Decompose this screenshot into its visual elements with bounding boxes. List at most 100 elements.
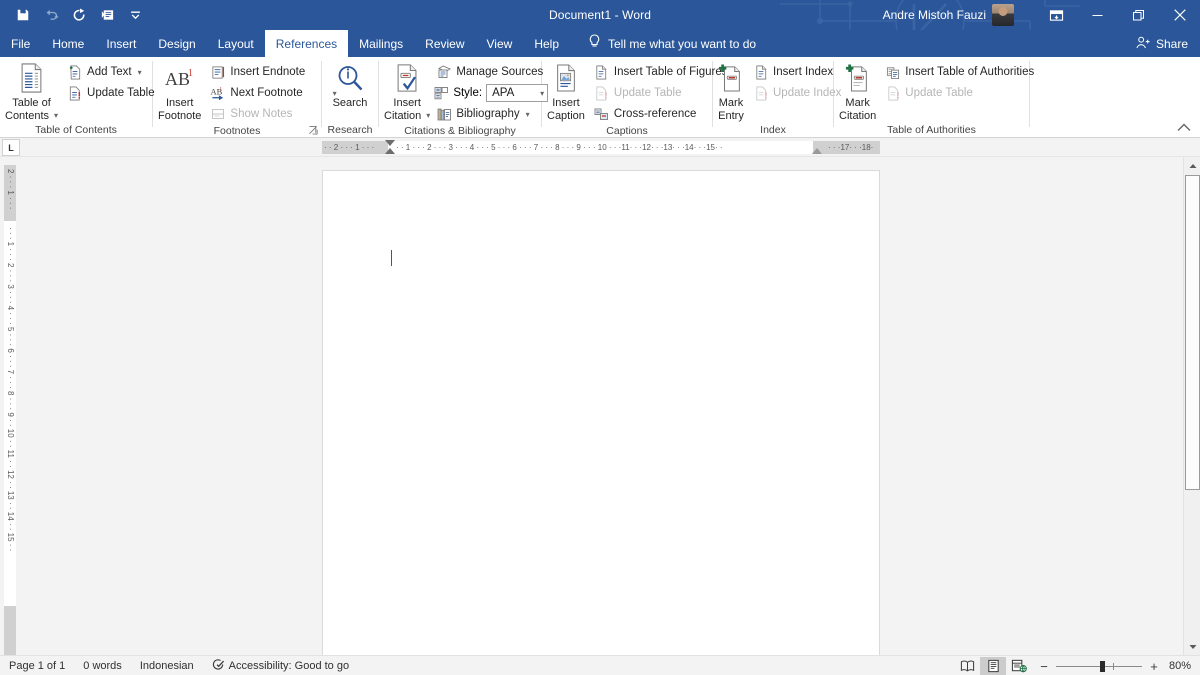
scroll-down-button[interactable] [1184, 638, 1200, 655]
chevron-down-icon[interactable]: ▾ [426, 110, 430, 123]
tab-help[interactable]: Help [523, 30, 570, 57]
zoom-in-button[interactable]: + [1148, 659, 1160, 674]
insert-table-of-figures-button[interactable]: Insert Table of Figures [591, 62, 731, 82]
add-text-button[interactable]: Add Text ▾ [64, 62, 158, 82]
read-mode-view-button[interactable] [954, 657, 980, 675]
share-button[interactable]: Share [1136, 30, 1188, 57]
chevron-down-icon[interactable]: ▾ [526, 110, 530, 119]
update-table-captions-button[interactable]: Update Table [591, 83, 731, 103]
mark-entry-icon [718, 62, 744, 94]
share-person-icon [1136, 36, 1151, 52]
title-bar: Document1 - Word Andre Mistoh Fauzi [0, 0, 1200, 30]
svg-text:AB: AB [165, 69, 190, 89]
avatar[interactable] [992, 4, 1014, 26]
group-label-table-of-contents: Table of Contents [35, 124, 117, 136]
tab-view[interactable]: View [476, 30, 524, 57]
insert-index-button[interactable]: Insert Index [750, 62, 844, 82]
update-table-authorities-label: Update Table [905, 87, 973, 99]
tab-design[interactable]: Design [147, 30, 206, 57]
citation-style-dropdown[interactable]: APA ▾ [486, 84, 549, 102]
chevron-down-icon[interactable]: ▾ [138, 68, 142, 77]
minimize-button[interactable] [1077, 0, 1118, 30]
zoom-out-button[interactable]: − [1038, 659, 1050, 674]
insert-table-of-authorities-button[interactable]: Insert Table of Authorities [882, 62, 1037, 82]
update-index-button[interactable]: Update Index [750, 83, 844, 103]
group-label-captions: Captions [606, 125, 648, 137]
vertical-ruler[interactable]: 2 · · · 1 · · · · · · 1 · · · 2 · · · 3 … [0, 157, 19, 657]
group-label-research: Research [327, 124, 373, 136]
hanging-indent-marker[interactable] [385, 148, 395, 154]
mark-entry-label-line1: Mark [718, 97, 744, 109]
search-button[interactable]: Search [327, 60, 373, 110]
restore-button[interactable] [1118, 0, 1159, 30]
table-of-contents-icon [18, 62, 45, 94]
tab-home[interactable]: Home [41, 30, 95, 57]
bibliography-label: Bibliography [456, 108, 520, 120]
scroll-up-button[interactable] [1184, 157, 1200, 174]
citation-style-row: Style: APA ▾ [433, 83, 549, 103]
accessibility-status[interactable]: Accessibility: Good to go [203, 658, 358, 674]
zoom-control[interactable]: − + [1032, 659, 1168, 674]
insert-caption-button[interactable]: Insert Caption [547, 60, 585, 122]
tab-layout[interactable]: Layout [207, 30, 265, 57]
insert-citation-button[interactable]: Insert Citation ▾ [384, 60, 430, 122]
zoom-level[interactable]: 80% [1168, 660, 1200, 672]
show-notes-button[interactable]: Show Notes [207, 104, 339, 124]
insert-caption-icon [553, 62, 579, 94]
cross-reference-button[interactable]: Cross-reference [591, 104, 731, 124]
insert-table-of-figures-label: Insert Table of Figures [613, 66, 728, 78]
bibliography-button[interactable]: Bibliography ▾ [433, 104, 548, 124]
insert-index-icon [753, 64, 769, 80]
zoom-slider-thumb[interactable] [1100, 660, 1105, 672]
scrollbar-thumb[interactable] [1185, 175, 1200, 490]
tab-mailings[interactable]: Mailings [348, 30, 414, 57]
group-label-footnotes: Footnotes [213, 125, 261, 137]
next-footnote-button[interactable]: AB 1 Next Footnote ▾ [207, 83, 339, 103]
ribbon: Table of Contents ▾ Add Text ▾ Update Ta… [0, 57, 1200, 138]
update-table-toc-button[interactable]: Update Table [64, 83, 158, 103]
mark-citation-button[interactable]: Mark Citation [839, 60, 876, 122]
tell-me-search[interactable]: Tell me what you want to do [570, 30, 768, 57]
collapse-ribbon-button[interactable] [1177, 121, 1191, 135]
insert-endnote-button[interactable]: Insert Endnote [207, 62, 339, 82]
status-bar: Page 1 of 1 0 words Indonesian Accessibi… [0, 655, 1200, 675]
first-line-indent-marker[interactable] [385, 140, 395, 146]
page-status[interactable]: Page 1 of 1 [0, 660, 74, 672]
print-layout-view-button[interactable] [980, 657, 1006, 675]
update-table-authorities-button[interactable]: Update Table [882, 83, 1037, 103]
show-notes-label: Show Notes [230, 108, 293, 120]
vruler-top-marks: 2 · · · 1 · · · [6, 169, 15, 210]
table-of-contents-button[interactable]: Table of Contents ▾ [5, 60, 58, 122]
insert-caption-label-line1: Insert [552, 97, 580, 109]
close-button[interactable] [1159, 0, 1200, 30]
tab-review[interactable]: Review [414, 30, 475, 57]
document-page[interactable] [322, 170, 880, 670]
text-cursor [391, 250, 392, 266]
tab-file[interactable]: File [0, 30, 41, 57]
accessibility-check-icon [212, 658, 225, 674]
footnotes-dialog-launcher[interactable] [309, 126, 318, 137]
right-indent-marker[interactable] [812, 148, 822, 154]
insert-endnote-label: Insert Endnote [230, 66, 306, 78]
web-layout-view-button[interactable] [1006, 657, 1032, 675]
vertical-scrollbar[interactable] [1183, 157, 1200, 655]
bibliography-icon [436, 106, 452, 122]
zoom-slider[interactable] [1056, 660, 1142, 672]
tab-references[interactable]: References [264, 30, 349, 57]
manage-sources-button[interactable]: Manage Sources [433, 62, 548, 82]
mark-entry-button[interactable]: Mark Entry [718, 60, 744, 122]
ribbon-display-options-icon[interactable] [1036, 0, 1077, 30]
update-table-icon [885, 85, 901, 101]
account-name[interactable]: Andre Mistoh Fauzi [883, 8, 986, 22]
tab-insert[interactable]: Insert [95, 30, 147, 57]
chevron-down-icon[interactable]: ▾ [54, 110, 58, 123]
horizontal-ruler[interactable]: L · · 2 · · · 1 · · · · · 1 · · · 2 · · … [0, 138, 1200, 157]
tab-stop-selector[interactable]: L [2, 139, 20, 156]
insert-footnote-button[interactable]: AB 1 Insert Footnote [158, 60, 201, 122]
insert-table-of-authorities-icon [885, 64, 901, 80]
word-count[interactable]: 0 words [74, 660, 131, 672]
document-area[interactable] [19, 157, 1200, 670]
language-status[interactable]: Indonesian [131, 660, 203, 672]
insert-footnote-label-line2: Footnote [158, 109, 202, 122]
ribbon-group-citations-bibliography: Insert Citation ▾ Manage Sources Style: … [379, 57, 549, 138]
